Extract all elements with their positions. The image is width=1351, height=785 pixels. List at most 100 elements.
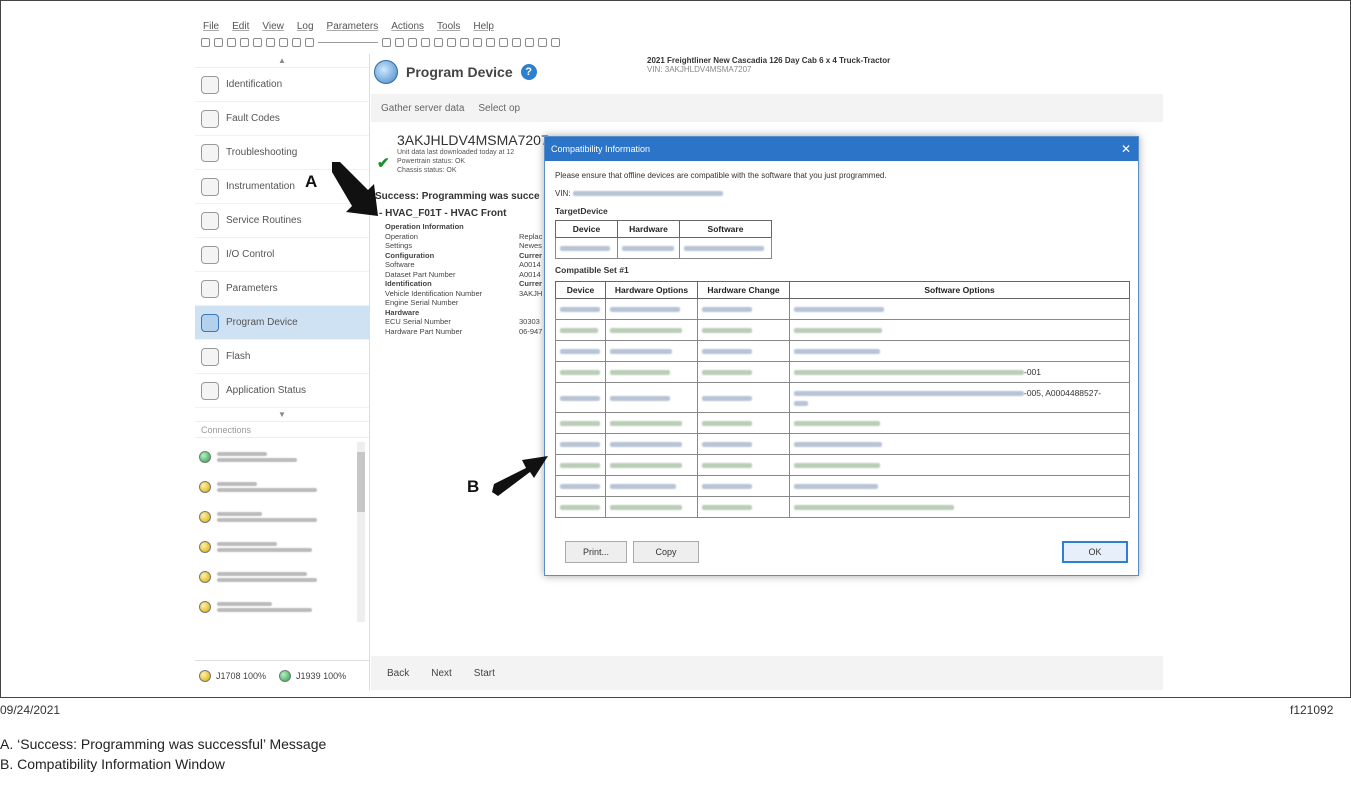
j1708-status-icon — [199, 669, 211, 682]
wizard-buttons: Back Next Start — [371, 656, 1163, 690]
list-item[interactable] — [199, 442, 349, 472]
sidebar-item-io-control[interactable]: I/O Control — [195, 238, 369, 272]
menu-help[interactable]: Help — [473, 21, 494, 32]
dialog-title-bar: Compatibility Information ✕ — [545, 137, 1138, 161]
help-icon[interactable]: ? — [520, 64, 537, 80]
table-row — [555, 412, 1130, 434]
toolbar — [195, 34, 1163, 50]
tab-select-operation[interactable]: Select op — [478, 103, 520, 114]
list-item[interactable] — [199, 502, 349, 532]
column-header: Hardware — [617, 220, 680, 238]
back-icon[interactable] — [201, 37, 210, 47]
table-row: Configuration Currer — [385, 250, 542, 260]
scroll-up-icon[interactable]: ▲ — [195, 54, 369, 68]
menu-actions[interactable]: Actions — [391, 21, 424, 32]
play-icon[interactable] — [279, 37, 288, 47]
table-row: -005, A0004488527- — [555, 382, 1130, 413]
chassis-status: Chassis status: OK — [397, 167, 457, 174]
back-button[interactable]: Back — [387, 668, 409, 679]
step-tabs: Gather server data Select op — [371, 94, 1163, 122]
close-icon[interactable]: ✕ — [1114, 142, 1138, 156]
rewind-icon[interactable] — [305, 37, 314, 47]
software-options-value: -001 — [1024, 367, 1042, 377]
tool-icon[interactable] — [512, 37, 521, 47]
connections-scrollbar[interactable] — [357, 442, 365, 622]
table-row: Dataset Part Number A0014 — [385, 269, 541, 279]
tool-icon[interactable] — [486, 37, 495, 47]
table-row: Identification Currer — [385, 279, 542, 288]
dialog-vin-row: VIN: — [555, 189, 1128, 198]
forward-icon[interactable] — [214, 37, 223, 47]
copy-button[interactable]: Copy — [633, 541, 699, 563]
tool-icon[interactable] — [525, 37, 534, 47]
legend-item-b: B. Compatibility Information Window — [0, 756, 225, 772]
timeline-slider[interactable] — [318, 41, 378, 43]
menu-view[interactable]: View — [262, 21, 284, 32]
page-header: Program Device ? — [371, 54, 537, 90]
menu-file[interactable]: File — [203, 21, 219, 32]
sidebar-item-label: Service Routines — [226, 215, 302, 226]
tool-icon[interactable] — [421, 37, 430, 47]
table-row: Operation Replac — [385, 231, 543, 241]
menu-tools[interactable]: Tools — [437, 21, 460, 32]
id-card-icon — [201, 75, 219, 94]
connection-status-icon — [199, 481, 211, 493]
table-row: -001 — [555, 361, 1130, 383]
menu-edit[interactable]: Edit — [232, 21, 249, 32]
list-item[interactable] — [199, 472, 349, 502]
figure-legend: A. ‘Success: Programming was successful’… — [0, 734, 326, 774]
tool-icon[interactable] — [460, 37, 469, 47]
sidebar-item-application-status[interactable]: Application Status — [195, 374, 369, 408]
compatible-set-label: Compatible Set #1 — [555, 265, 629, 275]
print-button[interactable]: Print... — [565, 541, 627, 563]
next-button[interactable]: Next — [431, 668, 452, 679]
menu-parameters[interactable]: Parameters — [327, 21, 379, 32]
connection-status-icon — [199, 571, 211, 583]
ok-button[interactable]: OK — [1062, 541, 1128, 563]
sidebar-item-flash[interactable]: Flash — [195, 340, 369, 374]
vehicle-vin: VIN: 3AKJHLDV4MSMA7207 — [647, 65, 752, 74]
tool-icon[interactable] — [240, 37, 249, 47]
column-header: Device — [555, 281, 606, 299]
stop-icon[interactable] — [292, 37, 301, 47]
j1708-status: J1708 100% — [216, 670, 267, 681]
list-item[interactable] — [199, 592, 349, 622]
sidebar-item-label: Instrumentation — [226, 181, 295, 192]
column-header: Hardware Change — [697, 281, 790, 299]
tool-icon[interactable] — [499, 37, 508, 47]
sidebar-item-fault-codes[interactable]: Fault Codes — [195, 102, 369, 136]
tool-icon[interactable] — [266, 37, 275, 47]
start-button[interactable]: Start — [474, 668, 495, 679]
menu-log[interactable]: Log — [297, 21, 314, 32]
tool-icon[interactable] — [473, 37, 482, 47]
tool-icon[interactable] — [227, 37, 236, 47]
scroll-down-icon[interactable]: ▼ — [195, 408, 369, 422]
figure-code: f121092 — [1290, 703, 1334, 717]
table-row — [555, 475, 1130, 497]
compatible-set-table: Device Hardware Options Hardware Change … — [555, 281, 1130, 518]
sidebar-item-parameters[interactable]: Parameters — [195, 272, 369, 306]
instrumentation-icon — [201, 177, 219, 196]
tool-icon[interactable] — [253, 37, 262, 47]
sidebar-item-program-device[interactable]: Program Device — [195, 306, 369, 340]
skip-icon[interactable] — [395, 37, 404, 47]
program-device-icon — [374, 60, 398, 84]
list-item[interactable] — [199, 532, 349, 562]
connections-header: Connections — [195, 422, 369, 438]
legend-item-a: A. ‘Success: Programming was successful’… — [0, 736, 327, 752]
tab-gather-server-data[interactable]: Gather server data — [381, 103, 464, 114]
tool-icon[interactable] — [551, 37, 560, 47]
sidebar-item-label: Program Device — [226, 317, 298, 328]
table-row — [555, 319, 1130, 341]
tool-icon[interactable] — [434, 37, 443, 47]
table-row: Operation Information — [385, 222, 464, 231]
list-item[interactable] — [199, 562, 349, 592]
fast-forward-icon[interactable] — [382, 37, 391, 47]
tool-icon[interactable] — [408, 37, 417, 47]
compatibility-dialog: Compatibility Information ✕ Please ensur… — [544, 136, 1139, 576]
tool-icon[interactable] — [538, 37, 547, 47]
hvac-device-title[interactable]: - HVAC_F01T - HVAC Front — [379, 208, 506, 219]
sidebar-item-identification[interactable]: Identification — [195, 68, 369, 102]
j1939-status: J1939 100% — [296, 670, 347, 681]
tool-icon[interactable] — [447, 37, 456, 47]
